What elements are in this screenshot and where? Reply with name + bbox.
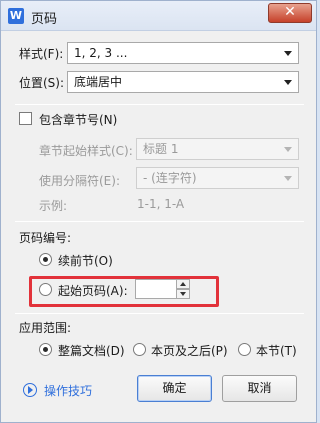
position-label: 位置(S): bbox=[19, 76, 65, 90]
play-circle-icon[interactable] bbox=[23, 383, 37, 397]
chevron-down-icon bbox=[284, 80, 292, 85]
divider bbox=[15, 313, 304, 314]
chapter-start-style-label: 章节起始样式(C): bbox=[39, 144, 133, 158]
continue-radio[interactable] bbox=[39, 253, 52, 266]
apply-heading: 应用范围: bbox=[19, 321, 72, 335]
example-value: 1-1, 1-A bbox=[137, 197, 185, 211]
chevron-down-icon bbox=[284, 176, 292, 181]
apply-this-and-after-radio[interactable] bbox=[133, 343, 146, 356]
example-label: 示例: bbox=[39, 199, 68, 213]
include-chapter-label: 包含章节号(N) bbox=[39, 113, 118, 127]
style-select-value: 1, 2, 3 ... bbox=[74, 46, 128, 60]
separator-label: 使用分隔符(E): bbox=[39, 174, 120, 188]
dialog-title: 页码 bbox=[31, 12, 58, 27]
style-select[interactable]: 1, 2, 3 ... bbox=[67, 42, 299, 64]
cancel-button[interactable]: 取消 bbox=[222, 375, 297, 402]
continue-label: 续前节(O) bbox=[58, 254, 113, 268]
wps-app-icon: W bbox=[8, 8, 24, 24]
page-number-dialog: W 页码 ✕ 样式(F): 1, 2, 3 ... 位置(S): 底端居中 包含… bbox=[0, 0, 317, 423]
separator-select[interactable]: - (连字符) bbox=[136, 167, 299, 189]
divider bbox=[15, 221, 304, 222]
highlight-box bbox=[29, 276, 219, 307]
separator-value: - (连字符) bbox=[143, 171, 197, 185]
ok-button[interactable]: 确定 bbox=[137, 375, 212, 402]
close-button[interactable]: ✕ bbox=[268, 3, 312, 23]
apply-whole-doc-radio[interactable] bbox=[39, 343, 52, 356]
chapter-start-style-value: 标题 1 bbox=[143, 142, 179, 156]
position-select-value: 底端居中 bbox=[74, 75, 123, 89]
title-bar[interactable]: W 页码 ✕ bbox=[1, 1, 316, 31]
chevron-down-icon bbox=[284, 51, 292, 56]
chevron-down-icon bbox=[284, 147, 292, 152]
divider bbox=[15, 104, 304, 105]
style-label: 样式(F): bbox=[19, 47, 64, 61]
position-select[interactable]: 底端居中 bbox=[67, 71, 299, 93]
apply-whole-doc-label: 整篇文档(D) bbox=[58, 344, 125, 358]
include-chapter-checkbox[interactable] bbox=[19, 112, 32, 125]
apply-this-section-label: 本节(T) bbox=[256, 344, 297, 358]
tips-link[interactable]: 操作技巧 bbox=[44, 382, 92, 399]
apply-this-section-radio[interactable] bbox=[238, 343, 251, 356]
numbering-heading: 页码编号: bbox=[19, 231, 72, 245]
chapter-start-style-select[interactable]: 标题 1 bbox=[136, 138, 299, 160]
apply-this-and-after-label: 本页及之后(P) bbox=[151, 344, 228, 358]
